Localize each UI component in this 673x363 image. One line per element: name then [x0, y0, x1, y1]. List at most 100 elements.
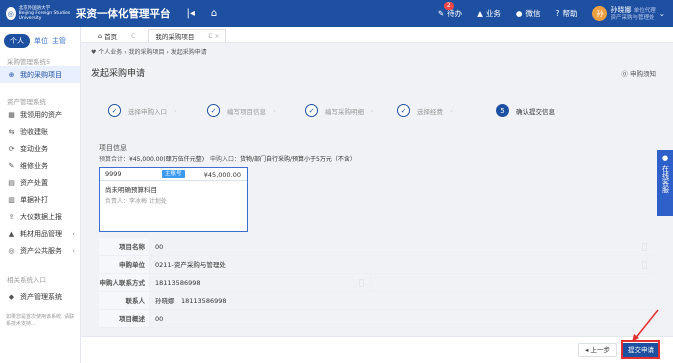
budget-owner: 负责人：李冰梅 计划处 [105, 198, 167, 205]
step-4: ✓ 选择经费 › [397, 104, 453, 117]
tab-label: 我的采购项目 [155, 33, 195, 41]
question-icon: ? [555, 9, 560, 18]
check-icon: ✓ [397, 104, 410, 117]
sidebar-item-my-purchase[interactable]: ⊕ 我的采购项目 [0, 66, 80, 83]
row-label: 项目名称 [99, 238, 149, 255]
service-label: 在线客服 [661, 165, 670, 193]
sidebar-item-public-service[interactable]: ◎ 资产公共服务 ‹ [0, 242, 80, 259]
user-dept: 资产采购与管理处 [610, 14, 655, 21]
budget-card[interactable]: 9999 主账号 ¥45,000.00 尚未明确预算科目 负责人：李冰梅 计划处 [99, 167, 248, 232]
step-label: 选择经费 [417, 107, 443, 116]
logo-text-en: Beijing Foreign Studies University [18, 11, 71, 21]
sidebar-item-label: 单据补打 [20, 195, 48, 204]
wechat-label: 微信 [525, 9, 541, 18]
table-row: 申购单位 0211-资产采购与管理处 [99, 256, 653, 274]
logo-emblem-icon: ◎ [6, 7, 16, 20]
repair-icon: ✎ [8, 161, 15, 170]
sidebar-item-change[interactable]: ⟳ 变动业务 [0, 140, 80, 157]
table-row: 项目名称 00 [99, 238, 653, 256]
table-row: 联系人 孙晓娜 18113586998 [99, 292, 653, 310]
chevron-right-icon: › [371, 106, 374, 115]
sidebar-item-repair[interactable]: ✎ 维修业务 [0, 157, 80, 174]
step-number: 5 [496, 104, 509, 117]
tab-home-icon: ⌂ [98, 32, 103, 40]
online-service-button[interactable]: ● 在线客服 [657, 150, 673, 216]
sidebar: 个人 单位 主管 采购管理系统5 ⊕ 我的采购项目 资产管理系统 ▦ 我领用的资产… [0, 27, 81, 363]
budget-card-amount: ¥45,000.00 [203, 171, 241, 179]
chevron-right-icon: › [450, 106, 453, 115]
sidebar-item-reprint[interactable]: ▥ 单据补打 [0, 191, 80, 208]
budget-subject: 尚未明确预算科目 [105, 186, 157, 194]
todo-badge: 2 [443, 2, 454, 10]
home-icon[interactable]: ⌂ [211, 8, 217, 19]
purchase-notice-link[interactable]: ⓪ 申购须知 [621, 68, 656, 78]
sidebar-item-report[interactable]: ⇪ 大仪数据上报 [0, 208, 80, 225]
step-1: ✓ 选择申购入口 › [108, 104, 177, 117]
close-icon[interactable]: C × [208, 33, 219, 40]
budget-label: 预算合计： [99, 156, 130, 163]
entry-value: 货物/部门自行采购/预算小于5万元（不含） [240, 156, 356, 163]
change-icon: ⟳ [8, 144, 15, 153]
chat-icon: ● [661, 154, 669, 162]
app-title: 采资一体化管理平台 [76, 8, 171, 20]
step-3: ✓ 编写采购明细 › [305, 104, 374, 117]
collapse-sidebar-icon[interactable]: |◂ [187, 8, 195, 19]
row-value: 18113586998 [149, 274, 371, 291]
business-label: 业务 [485, 9, 501, 18]
print-icon: ▥ [8, 195, 15, 204]
check-icon: ✓ [207, 104, 220, 117]
sidebar-item-label: 我领用的资产 [20, 110, 62, 119]
table-row: 申购人联系方式 18113586998 [99, 274, 653, 292]
entry-label: 申购入口： [209, 156, 240, 163]
sidebar-item-label: 变动业务 [20, 144, 48, 153]
business-icon: ▲ [477, 9, 483, 18]
table-row: 项目概述 00 [99, 310, 653, 328]
project-budget-line: 预算合计：¥45,000.00(肆万伍仟元整) 申购入口：货物/部门自行采购/预… [99, 154, 356, 163]
sidebar-item-label: 资产管理系统 [20, 292, 62, 301]
sidebar-item-consumables[interactable]: ▲ 耗材用品管理 ‹ [0, 225, 80, 242]
section-purchase-title: 采购管理系统5 [7, 58, 51, 66]
user-menu[interactable]: 孙 孙晓娜 单位代理 资产采购与管理处 ⌄ [592, 6, 665, 22]
consumables-icon: ▲ [8, 229, 15, 238]
sidebar-item-acceptance[interactable]: ⇆ 验收建账 [0, 123, 80, 140]
bottom-action-bar: ◂ 上一步 提交申请 [81, 336, 673, 363]
system-icon: ◆ [8, 292, 15, 301]
sidebar-item-disposal[interactable]: ▤ 资产处置 [0, 174, 80, 191]
user-name: 孙晓娜 [610, 5, 632, 14]
check-icon: ✓ [305, 104, 318, 117]
page-title: 发起采购申请 [91, 69, 146, 79]
wechat-button[interactable]: ● 微信 [516, 8, 541, 19]
row-value: 00 [149, 310, 653, 327]
role-tab-supervisor[interactable]: 主管 [52, 36, 66, 46]
step-label: 确认提交信息 [516, 107, 555, 116]
sidebar-item-label: 资产公共服务 [20, 246, 62, 255]
refresh-icon[interactable]: C [131, 33, 135, 40]
business-button[interactable]: ▲ 业务 [477, 8, 501, 19]
previous-step-button[interactable]: ◂ 上一步 [578, 343, 617, 357]
sidebar-item-my-assets[interactable]: ▦ 我领用的资产 [0, 106, 80, 123]
wechat-icon: ● [515, 9, 523, 18]
help-label: 帮助 [562, 9, 578, 18]
chevron-down-icon: ⌄ [658, 9, 665, 18]
university-logo: ◎ 北京外国语大学 Beijing Foreign Studies Univer… [0, 6, 75, 21]
row-label: 项目概述 [99, 310, 149, 327]
tab-bar: ⌂ 首页 C 我的采购项目 C × [81, 27, 673, 43]
avatar: 孙 [592, 6, 608, 21]
step-2: ✓ 编写项目信息 › [207, 104, 276, 117]
check-icon: ✓ [108, 104, 121, 117]
todo-button[interactable]: ✎ 2 待办 [438, 2, 462, 19]
chevron-right-icon: › [174, 106, 177, 115]
row-label: 联系人 [99, 292, 149, 309]
sidebar-item-asset-system[interactable]: ◆ 资产管理系统 [0, 288, 80, 305]
sidebar-item-label: 我的采购项目 [20, 70, 62, 79]
tab-home[interactable]: ⌂ 首页 C [91, 29, 142, 42]
role-tab-personal[interactable]: 个人 [4, 34, 30, 48]
role-tab-unit[interactable]: 单位 [34, 36, 48, 46]
top-bar: ◎ 北京外国语大学 Beijing Foreign Studies Univer… [0, 0, 673, 27]
tab-my-purchase[interactable]: 我的采购项目 C × [148, 29, 227, 42]
section-related-title: 相关系统入口 [7, 276, 46, 284]
sidebar-item-label: 维修业务 [20, 161, 48, 170]
project-info-title: 项目信息 [99, 144, 127, 152]
row-label: 申购人联系方式 [99, 274, 149, 291]
help-button[interactable]: ? 帮助 [555, 8, 577, 19]
